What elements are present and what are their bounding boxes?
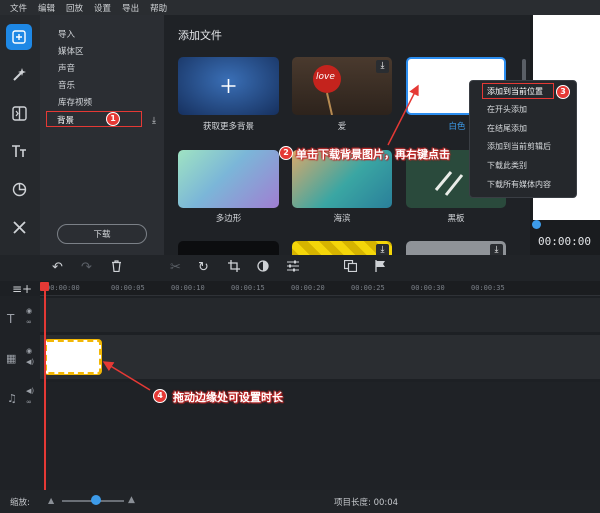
annotation-arrows (102, 84, 419, 391)
step-badge-3: 3 (556, 85, 570, 99)
step-badge-4: 4 (153, 389, 167, 403)
step-note-2: 单击下载背景图片，再右键点击 (296, 148, 450, 161)
step-badge-1: 1 (106, 112, 120, 126)
step-badge-2: 2 (279, 146, 293, 160)
step-note-4: 拖动边缘处可设置时长 (173, 391, 283, 404)
